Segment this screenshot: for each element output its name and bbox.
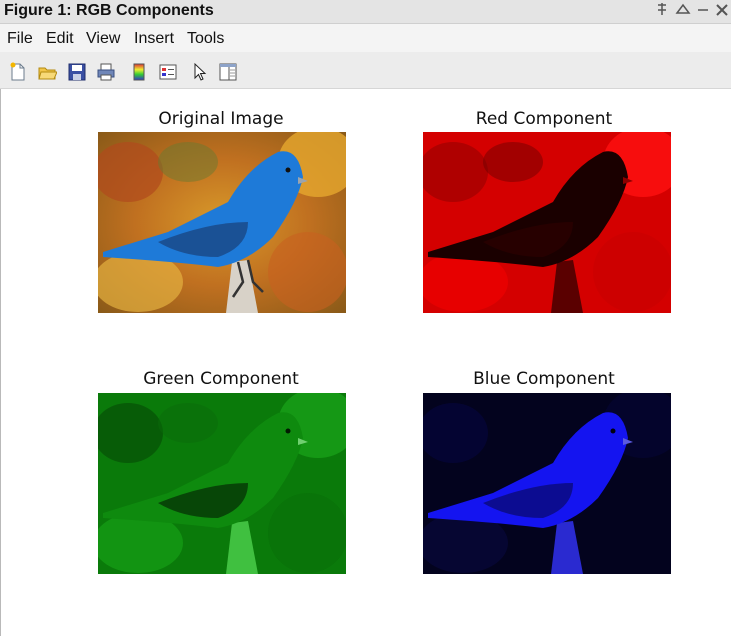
legend-icon[interactable]: [158, 62, 178, 82]
menu-view[interactable]: View: [86, 30, 120, 48]
original-image: [98, 132, 346, 313]
panel-title-original: Original Image: [158, 109, 284, 129]
toolbar: [0, 52, 731, 89]
close-icon[interactable]: [715, 1, 729, 21]
menu-edit[interactable]: Edit: [46, 30, 74, 48]
menu-bar: File Edit View Insert Tools: [0, 24, 731, 52]
panel-title-blue: Blue Component: [473, 369, 615, 389]
print-icon[interactable]: [96, 62, 116, 82]
panel-title-green: Green Component: [143, 369, 299, 389]
red-component-image: [423, 132, 671, 313]
open-file-icon[interactable]: [37, 62, 58, 82]
green-component-image: [98, 393, 346, 574]
menu-file[interactable]: File: [7, 30, 33, 48]
menu-insert[interactable]: Insert: [134, 30, 174, 48]
pin-icon[interactable]: [656, 1, 668, 21]
menu-tools[interactable]: Tools: [187, 30, 224, 48]
undock-icon[interactable]: [675, 1, 691, 21]
new-figure-icon[interactable]: [8, 62, 28, 82]
minimize-icon[interactable]: [697, 1, 709, 21]
figure-canvas: Original Image Red Component Green Compo…: [0, 89, 731, 636]
colorbar-icon[interactable]: [129, 62, 149, 82]
save-icon[interactable]: [67, 62, 87, 82]
blue-component-image: [423, 393, 671, 574]
pointer-icon[interactable]: [190, 62, 210, 82]
window-title: Figure 1: RGB Components: [4, 2, 214, 19]
property-editor-icon[interactable]: [218, 62, 238, 82]
panel-title-red: Red Component: [475, 109, 613, 129]
title-bar: Figure 1: RGB Components: [0, 0, 731, 24]
